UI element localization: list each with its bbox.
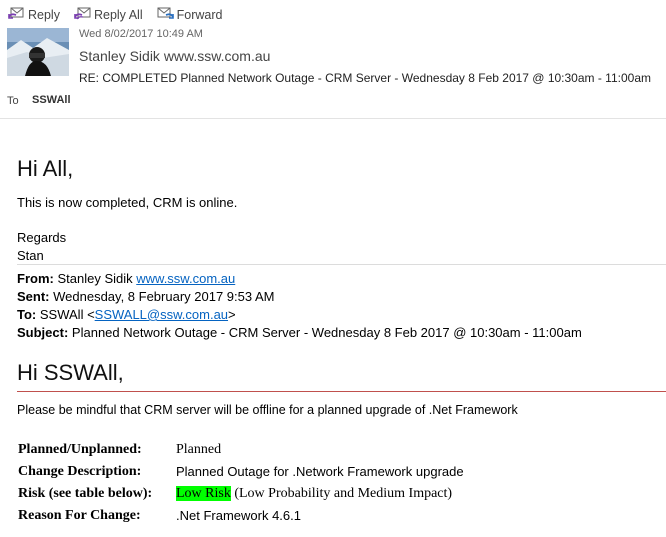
to-name: SSWAll < (39, 307, 95, 322)
recipient[interactable]: SSWAll (32, 94, 71, 106)
reply-all-icon (74, 6, 91, 24)
to-close: > (228, 307, 236, 322)
subject-value: Planned Network Outage - CRM Server - We… (71, 325, 582, 340)
sent-label: Sent: (17, 289, 50, 304)
detail-value: .Net Framework 4.6.1 (176, 508, 301, 523)
forwarded-from: From: Stanley Sidik www.ssw.com.au (17, 271, 235, 286)
reply-all-label: Reply All (93, 8, 143, 22)
sender-avatar[interactable] (7, 28, 69, 76)
heading-underline (17, 391, 666, 392)
to-label: To (7, 95, 19, 107)
forward-button[interactable]: Forward (157, 6, 223, 24)
reply-message: This is now completed, CRM is online. (17, 195, 238, 210)
forward-icon (157, 6, 174, 24)
forward-label: Forward (176, 8, 223, 22)
subject-label: Subject: (17, 325, 69, 340)
from-label: From: (17, 271, 54, 286)
to-field-label: To: (17, 307, 37, 322)
message-date: Wed 8/02/2017 10:49 AM (79, 28, 203, 40)
forwarded-to: To: SSWAll <SSWALL@ssw.com.au> (17, 307, 236, 322)
forward-separator (17, 264, 666, 265)
detail-label: Planned/Unplanned: (18, 442, 142, 457)
forwarded-sent: Sent: Wednesday, 8 February 2017 9:53 AM (17, 289, 275, 304)
message-toolbar: Reply Reply All Forward (8, 6, 222, 24)
to-email-link[interactable]: SSWALL@ssw.com.au (95, 307, 228, 322)
detail-value: Planned Outage for .Network Framework up… (176, 464, 464, 479)
reply-button[interactable]: Reply (8, 6, 60, 24)
original-greeting: Hi SSWAll, (17, 360, 124, 385)
reply-regards: Regards (17, 230, 67, 245)
reply-signature: Stan (17, 248, 44, 263)
detail-value: Planned (176, 442, 222, 457)
message-sender[interactable]: Stanley Sidik www.ssw.com.au (79, 48, 270, 64)
reply-label: Reply (28, 8, 60, 22)
from-name: Stanley Sidik (57, 271, 133, 286)
detail-label: Reason For Change: (18, 508, 141, 523)
detail-label: Risk (see table below): (18, 486, 153, 501)
reply-all-button[interactable]: Reply All (74, 6, 143, 24)
sent-value: Wednesday, 8 February 2017 9:53 AM (53, 289, 275, 304)
from-link[interactable]: www.ssw.com.au (136, 271, 235, 286)
message-subject: RE: COMPLETED Planned Network Outage - C… (79, 71, 651, 85)
original-message: Please be mindful that CRM server will b… (17, 403, 518, 417)
reply-icon (8, 6, 25, 24)
detail-label: Change Description: (18, 464, 142, 479)
risk-detail: (Low Probability and Medium Impact) (230, 486, 453, 501)
detail-value: Low Risk (Low Probability and Medium Imp… (176, 486, 452, 502)
header-divider (0, 118, 666, 119)
reply-greeting: Hi All, (17, 156, 74, 181)
risk-highlight: Low Risk (176, 486, 231, 501)
forwarded-subject: Subject: Planned Network Outage - CRM Se… (17, 325, 582, 340)
